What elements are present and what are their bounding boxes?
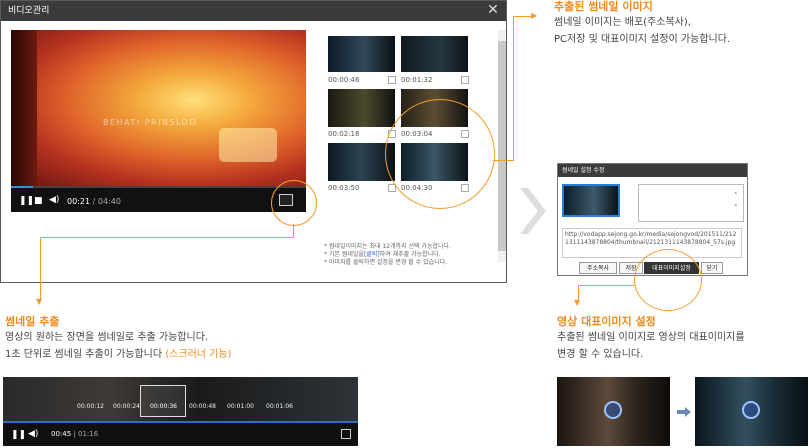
- scrubber-time[interactable]: 00:00:24: [113, 403, 140, 410]
- thumbnail-time: 00:00:46: [328, 76, 360, 84]
- video-frame-shadow: [11, 30, 37, 186]
- scrubber-preview-frame: [140, 385, 186, 417]
- callout-circle-representative: [634, 249, 702, 311]
- representative-image-after: [695, 377, 808, 446]
- thumbnail-checkbox[interactable]: [461, 76, 469, 84]
- callout-circle-extract: [271, 180, 317, 226]
- volume-icon[interactable]: ◀): [49, 195, 59, 205]
- extract-desc-2: 1초 단위로 썸네일 추출이 가능합니다 (스크러너 기능): [5, 346, 231, 363]
- scrubber-time[interactable]: 00:00:12: [77, 403, 104, 410]
- thumbnail-time: 00:03:50: [328, 184, 360, 192]
- video-player[interactable]: BEHATI PRINSLOO ❚❚ ■ ◀) 00:21 / 04:40: [11, 30, 306, 212]
- callout-line: [493, 160, 514, 161]
- extract-title: 썸네일 추출: [5, 315, 60, 328]
- video-frame: [11, 30, 306, 186]
- scrubber-time-current: 00:45: [51, 430, 72, 438]
- scrubber-time[interactable]: 00:01:00: [227, 403, 254, 410]
- thumbnail-image[interactable]: [328, 36, 395, 72]
- scrubber-time[interactable]: 00:00:48: [189, 403, 216, 410]
- representative-image-before: [557, 377, 670, 446]
- video-progress-fill: [11, 186, 33, 188]
- extract-desc-2-text: 1초 단위로 썸네일 추출이 가능합니다: [5, 349, 166, 360]
- volume-icon[interactable]: ◀): [28, 429, 38, 439]
- scrubber-feature-note: (스크러너 기능): [165, 349, 232, 360]
- fullscreen-icon[interactable]: [341, 429, 351, 439]
- pause-icon[interactable]: ❚❚: [19, 196, 34, 206]
- note-line: * 썸네일이미지는 최대 12개까지 선택 가능합니다.: [324, 243, 451, 250]
- callout-line: [40, 237, 41, 299]
- thumbnail-notes: * 썸네일이미지는 최대 12개까지 선택 가능합니다. * 기본 썸네일을[클…: [324, 243, 451, 267]
- callout-line: [40, 237, 294, 238]
- video-frame-highlight: [219, 128, 277, 162]
- chevron-down-icon[interactable]: ˅: [734, 204, 738, 212]
- thumbnail-image[interactable]: [401, 36, 468, 72]
- copy-url-button[interactable]: 주소복사: [579, 262, 617, 274]
- callout-line: [578, 285, 635, 286]
- extracted-desc-1: 썸네일 이미지는 배포(주소복사),: [554, 17, 691, 28]
- thumbnail-preview-box: [638, 184, 744, 222]
- representative-desc-1: 추출된 썸네일 이미지로 영상의 대표이미지를: [557, 332, 745, 343]
- arrow-right-icon: [677, 407, 691, 417]
- thumbnail-time: 00:02:18: [328, 130, 360, 138]
- extracted-desc-2: PC저장 및 대표이미지 설정이 가능합니다.: [554, 34, 731, 45]
- callout-line: [513, 16, 514, 161]
- scrubber-time-readout: 00:45 | 01:16: [51, 430, 98, 438]
- dialog-title: 비디오관리: [1, 1, 506, 21]
- thumbnail-image[interactable]: [328, 89, 395, 127]
- video-time-current: 00:21: [67, 197, 91, 206]
- scrubber-player[interactable]: 00:00:12 00:00:24 00:00:36 00:00:48 00:0…: [3, 377, 358, 446]
- play-icon[interactable]: [604, 401, 622, 419]
- scrubber-progress[interactable]: [3, 421, 358, 423]
- scrollbar-thumb[interactable]: [498, 41, 506, 251]
- note-text: * 기본 썸네일을: [324, 251, 364, 258]
- video-progress-track[interactable]: [11, 186, 306, 188]
- scrubber-time[interactable]: 00:00:36: [150, 403, 177, 410]
- note-line: * 기본 썸네일을[클릭]하여 재추출 가능합니다.: [324, 251, 451, 259]
- note-line: * 이미지를 클릭하면 설정을 변경 할 수 있습니다.: [324, 259, 448, 266]
- scrubber-time-total: | 01:16: [73, 430, 99, 438]
- callout-line: [293, 224, 294, 238]
- arrow-down-icon: ▼: [36, 297, 43, 306]
- close-button[interactable]: 닫기: [701, 262, 723, 274]
- extract-desc-1: 영상의 원하는 장면을 썸네일로 추출 가능합니다.: [5, 332, 209, 343]
- note-text: 하여 재추출 가능합니다.: [379, 251, 441, 258]
- arrow-right-icon: ▶: [531, 11, 538, 20]
- callout-line: [513, 16, 533, 17]
- thumbnail-time: 00:01:32: [401, 76, 433, 84]
- settings-dialog-title: 썸네일 설정 수정: [558, 164, 747, 177]
- pause-icon[interactable]: ❚❚: [11, 430, 26, 440]
- callout-circle-thumbnails: [385, 99, 495, 209]
- thumbnail-checkbox[interactable]: [388, 76, 396, 84]
- selected-thumbnail[interactable]: [562, 184, 620, 217]
- representative-title: 영상 대표이미지 설정: [557, 315, 656, 328]
- close-icon[interactable]: ✕: [486, 3, 500, 17]
- video-time-total: / 04:40: [92, 197, 121, 206]
- extracted-title: 추출된 썸네일 이미지: [554, 0, 653, 13]
- scrubber-time[interactable]: 00:01:06: [266, 403, 293, 410]
- stop-icon[interactable]: ■: [34, 196, 43, 206]
- arrow-down-icon: ▼: [574, 298, 581, 307]
- chevron-right-icon: [520, 188, 546, 234]
- representative-desc-2: 변경 할 수 있습니다.: [557, 349, 644, 360]
- note-click-link[interactable]: [클릭]: [364, 251, 380, 258]
- chevron-up-icon[interactable]: ˄: [734, 192, 738, 200]
- play-icon[interactable]: [742, 401, 760, 419]
- video-time: 00:21 / 04:40: [67, 197, 121, 206]
- video-watermark: BEHATI PRINSLOO: [103, 118, 198, 127]
